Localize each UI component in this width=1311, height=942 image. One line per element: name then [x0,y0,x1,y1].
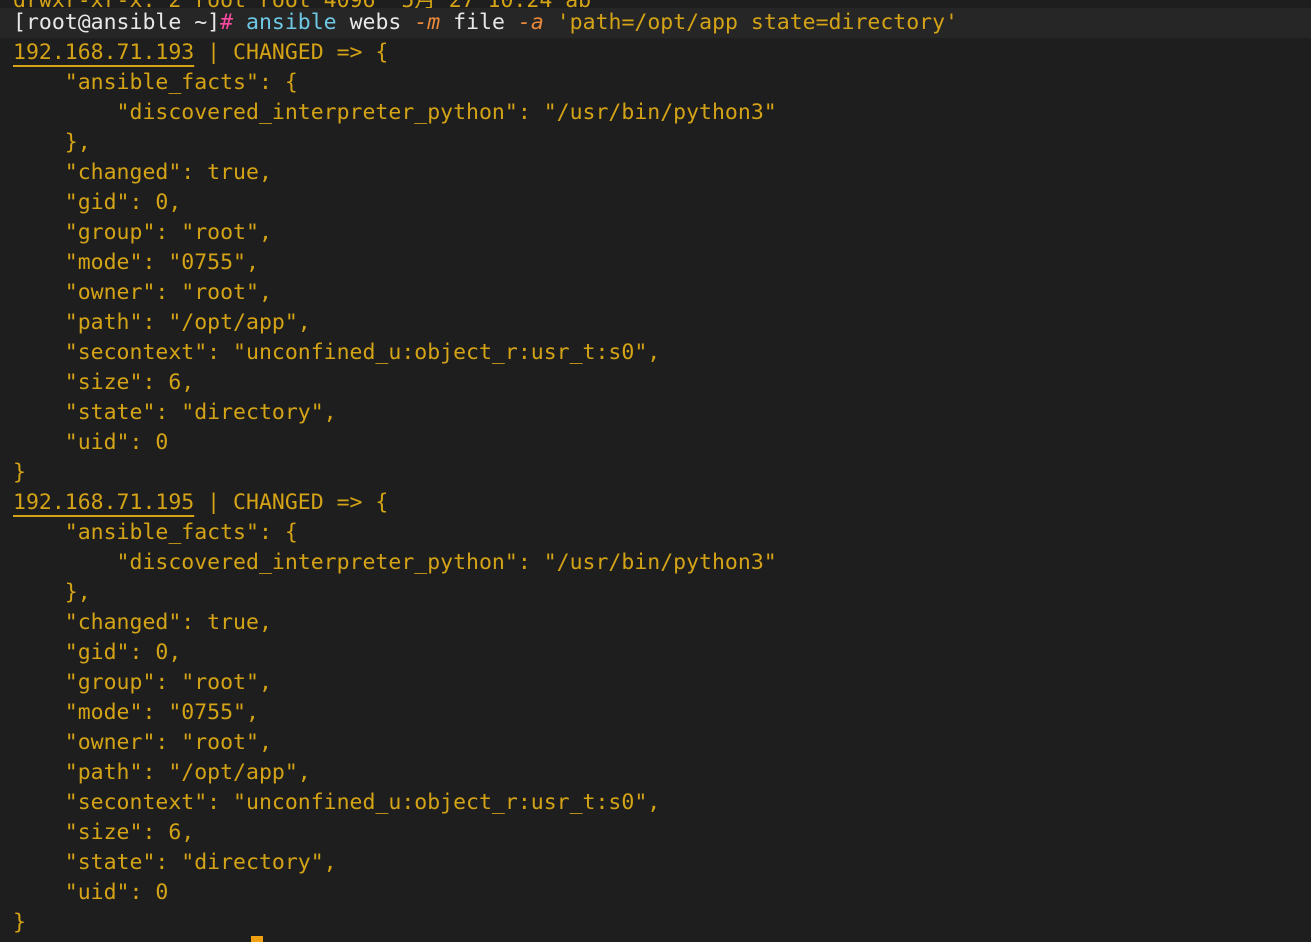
output-line: "ansible_facts": { [13,520,298,545]
command-args: 'path=/opt/app state=directory' [556,10,959,35]
terminal-window[interactable]: drwxr-xr-x. 2 root root 4096 5月 27 10:24… [0,0,1311,942]
terminal-cursor [251,936,263,942]
output-line: "state": "directory", [13,400,337,425]
result-header: 192.168.71.195 | CHANGED => { [13,488,1311,518]
result-status: | CHANGED => { [194,490,389,515]
output-line: "discovered_interpreter_python": "/usr/b… [13,100,777,125]
command-module: file [453,10,505,35]
output-line: "mode": "0755", [13,250,259,275]
output-line: "path": "/opt/app", [13,760,311,785]
cutoff-output-line: drwxr-xr-x. 2 root root 4096 5月 27 10:24… [13,0,591,8]
output-line: "uid": 0 [13,880,169,905]
host-address: 192.168.71.195 [13,490,195,515]
output-line: "owner": "root", [13,730,272,755]
command-module-flag: -m [414,10,441,35]
output-line: "size": 6, [13,820,195,845]
output-line: "group": "root", [13,670,272,695]
output-line: "mode": "0755", [13,700,259,725]
output-line: "owner": "root", [13,280,272,305]
output-line: "gid": 0, [13,640,182,665]
command-args-flag: -a [517,10,544,35]
output-line: "ansible_facts": { [13,70,298,95]
command-line: [root@ansible ~]# ansible webs -m file -… [0,8,1311,38]
shell-prompt: [root@ansible ~] [13,10,221,35]
output-line: }, [13,580,91,605]
output-line: "gid": 0, [13,190,182,215]
command-target: webs [349,10,402,35]
output-line: } [13,910,26,935]
output-line: } [13,460,26,485]
output-line: "changed": true, [13,160,272,185]
output-line: }, [13,130,91,155]
output-line: "discovered_interpreter_python": "/usr/b… [13,550,777,575]
output-line: "group": "root", [13,220,272,245]
command-output: 192.168.71.193 | CHANGED => { "ansible_f… [13,38,1311,938]
output-line: "secontext": "unconfined_u:object_r:usr_… [13,790,661,815]
result-header: 192.168.71.193 | CHANGED => { [13,38,1311,68]
output-line: "secontext": "unconfined_u:object_r:usr_… [13,340,661,365]
command-program: ansible [246,10,337,35]
output-line: "path": "/opt/app", [13,310,311,335]
output-line: "uid": 0 [13,430,169,455]
output-line: "changed": true, [13,610,272,635]
output-line: "size": 6, [13,370,195,395]
result-status: | CHANGED => { [194,40,389,65]
output-line: "state": "directory", [13,850,337,875]
prompt-symbol: # [220,10,234,35]
host-address: 192.168.71.193 [13,40,195,65]
